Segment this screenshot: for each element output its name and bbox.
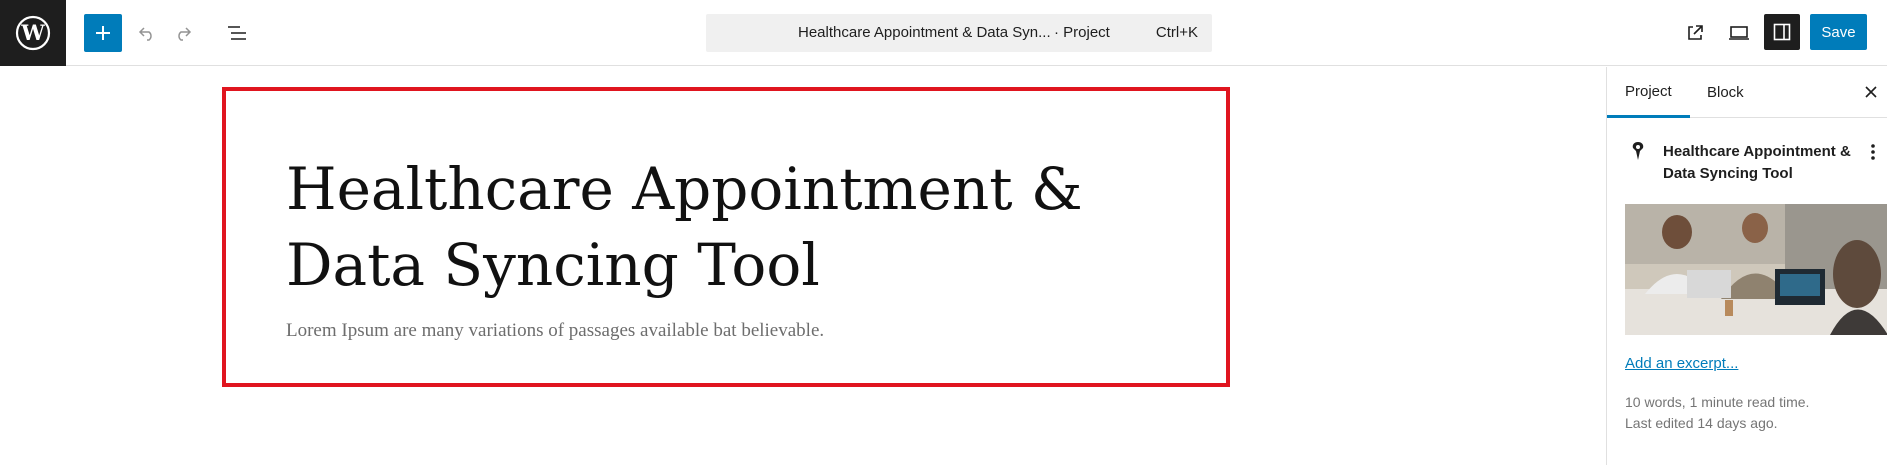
editor-header: W Healthcare Appointment & Data Syn... ·…	[0, 0, 1887, 66]
close-icon	[1865, 86, 1877, 98]
pin-icon	[1632, 142, 1644, 160]
close-sidebar-button[interactable]	[1861, 82, 1881, 102]
editor-canvas: Healthcare Appointment & Data Syncing To…	[0, 67, 1606, 465]
keyboard-shortcut: Ctrl+K	[1155, 24, 1198, 41]
post-title[interactable]: Healthcare Appointment & Data Syncing To…	[286, 151, 1206, 303]
add-block-button[interactable]	[84, 14, 122, 52]
post-excerpt[interactable]: Lorem Ipsum are many variations of passa…	[286, 320, 824, 342]
sidebar-tabs: Project Block	[1607, 67, 1887, 118]
word-count: 10 words, 1 minute read time.	[1625, 394, 1810, 410]
featured-image[interactable]	[1625, 204, 1887, 335]
settings-sidebar-button[interactable]	[1764, 14, 1800, 50]
post-card-title: Healthcare Appointment & Data Syncing To…	[1663, 143, 1851, 182]
external-link-icon	[1688, 25, 1703, 40]
redo-icon	[178, 27, 192, 41]
undo-button[interactable]	[128, 14, 166, 52]
featured-image-photo	[1625, 204, 1887, 335]
document-type: · Project	[1054, 24, 1110, 41]
save-button[interactable]: Save	[1810, 14, 1867, 50]
command-palette-bar[interactable]: Healthcare Appointment & Data Syn... · P…	[706, 14, 1212, 52]
plus-icon	[96, 26, 110, 40]
more-vertical-icon	[1871, 144, 1875, 160]
list-view-icon	[228, 26, 246, 40]
add-excerpt-link[interactable]: Add an excerpt...	[1625, 355, 1738, 372]
wordpress-logo-icon[interactable]: W	[0, 0, 66, 66]
document-title: Healthcare Appointment & Data Syn...	[798, 24, 1051, 41]
list-view-button[interactable]	[218, 14, 256, 52]
view-post-button[interactable]	[1676, 14, 1714, 52]
undo-icon	[138, 27, 152, 41]
redo-button[interactable]	[164, 14, 202, 52]
tab-project[interactable]: Project	[1607, 67, 1690, 118]
tab-block[interactable]: Block	[1689, 67, 1762, 118]
last-edited: Last edited 14 days ago.	[1625, 415, 1778, 431]
settings-sidebar: Project Block Healthcare Appointment & D…	[1606, 67, 1887, 465]
preview-button[interactable]	[1720, 14, 1758, 52]
post-actions-menu[interactable]	[1865, 141, 1881, 163]
post-header-block[interactable]: Healthcare Appointment & Data Syncing To…	[222, 87, 1230, 387]
svg-text:W: W	[20, 20, 45, 45]
desktop-preview-icon	[1729, 26, 1749, 40]
sidebar-toggle-icon	[1773, 23, 1791, 41]
